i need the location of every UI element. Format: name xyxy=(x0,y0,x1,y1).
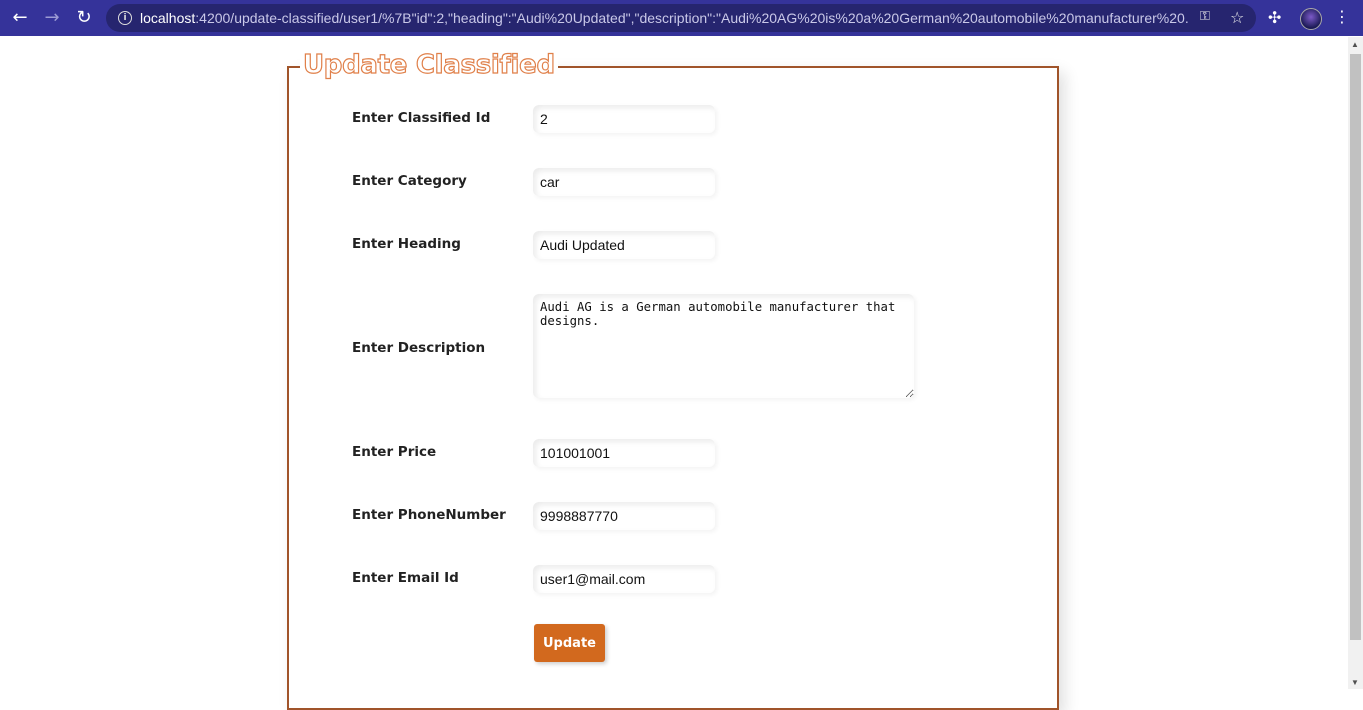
email-input[interactable] xyxy=(533,565,715,593)
description-textarea[interactable]: Audi AG is a German automobile manufactu… xyxy=(533,294,914,398)
browser-toolbar: ← → ↻ i localhost:4200/update-classified… xyxy=(0,0,1363,36)
price-label: Enter Price xyxy=(352,444,437,460)
extensions-puzzle-icon[interactable]: ✣ xyxy=(1268,8,1281,27)
phone-label: Enter PhoneNumber xyxy=(352,507,506,523)
key-icon[interactable]: ⚿ xyxy=(1200,9,1210,24)
category-input[interactable] xyxy=(533,168,715,196)
heading-label: Enter Heading xyxy=(352,236,461,252)
description-label: Enter Description xyxy=(352,340,486,356)
classified-id-input[interactable] xyxy=(533,105,715,133)
form-title: Update Classified xyxy=(300,49,558,81)
profile-avatar[interactable] xyxy=(1300,8,1322,30)
address-bar[interactable]: i localhost:4200/update-classified/user1… xyxy=(106,4,1256,32)
back-arrow-icon[interactable]: ← xyxy=(9,8,31,28)
phone-input[interactable] xyxy=(533,502,715,530)
forward-arrow-icon[interactable]: → xyxy=(41,8,63,28)
info-icon[interactable]: i xyxy=(118,11,132,25)
email-label: Enter Email Id xyxy=(352,570,459,586)
update-button[interactable]: Update xyxy=(534,624,605,662)
heading-input[interactable] xyxy=(533,231,715,259)
price-input[interactable] xyxy=(533,439,715,467)
scrollbar-thumb[interactable] xyxy=(1350,54,1361,640)
url-host: localhost xyxy=(140,10,196,26)
kebab-menu-icon[interactable]: ⋮ xyxy=(1334,7,1350,26)
url-text[interactable]: localhost:4200/update-classified/user1/%… xyxy=(140,10,1190,26)
bookmark-star-icon[interactable]: ☆ xyxy=(1230,8,1244,27)
scroll-down-icon[interactable]: ▼ xyxy=(1351,678,1359,687)
classified-id-label: Enter Classified Id xyxy=(352,110,491,126)
url-path: :4200/update-classified/user1/%7B"id":2,… xyxy=(195,10,1190,26)
scroll-up-icon[interactable]: ▲ xyxy=(1351,40,1359,49)
category-label: Enter Category xyxy=(352,173,467,189)
reload-icon[interactable]: ↻ xyxy=(73,8,95,28)
